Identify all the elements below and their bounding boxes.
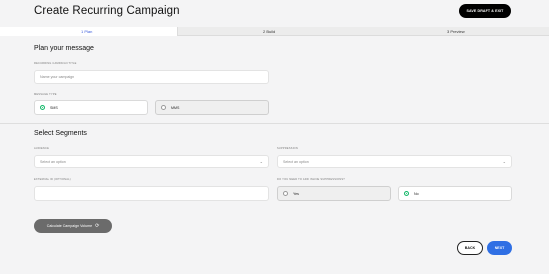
suppression-select[interactable]: Select an option ⌄ bbox=[277, 155, 512, 168]
radio-selected-icon bbox=[404, 191, 409, 196]
suppression-label: SUPPRESSION bbox=[277, 147, 298, 150]
radio-selected-icon bbox=[40, 105, 45, 110]
message-type-sms[interactable]: SMS bbox=[34, 100, 148, 115]
chevron-down-icon: ⌄ bbox=[259, 159, 263, 164]
no-label: No bbox=[414, 191, 419, 196]
inline-suppression-no[interactable]: No bbox=[398, 186, 512, 201]
back-button[interactable]: BACK bbox=[457, 241, 483, 255]
step-tabs: 1 Plan 2 Build 3 Preview bbox=[0, 27, 549, 36]
campaign-title-input[interactable]: Name your campaign bbox=[34, 70, 269, 84]
tab-preview[interactable]: 3 Preview bbox=[447, 29, 465, 34]
step-label: Build bbox=[266, 29, 276, 34]
external-id-label: EXTERNAL ID (OPTIONAL) bbox=[34, 178, 71, 181]
tab-plan[interactable]: 1 Plan bbox=[81, 29, 92, 34]
step-label: Preview bbox=[450, 29, 465, 34]
mms-label: MMS bbox=[171, 105, 180, 110]
chevron-down-icon: ⌄ bbox=[502, 159, 506, 164]
campaign-title-label: RECURRING CAMPAIGN TITLE bbox=[34, 62, 77, 65]
step-label: Plan bbox=[84, 29, 93, 34]
tab-build[interactable]: 2 Build bbox=[263, 29, 275, 34]
suppression-value: Select an option bbox=[283, 159, 309, 164]
step-number: 2 bbox=[263, 29, 266, 34]
inline-suppression-yes[interactable]: Yes bbox=[277, 186, 391, 201]
audience-value: Select an option bbox=[40, 159, 66, 164]
radio-empty-icon bbox=[161, 105, 166, 110]
refresh-icon: ⟳ bbox=[95, 223, 100, 229]
message-type-label: MESSAGE TYPE bbox=[34, 93, 57, 96]
audience-label: AUDIENCE bbox=[34, 147, 50, 150]
step-number: 1 bbox=[81, 29, 84, 34]
sms-label: SMS bbox=[50, 105, 58, 110]
yes-label: Yes bbox=[293, 191, 299, 196]
calculate-volume-button[interactable]: Calculate Campaign Volume ⟳ bbox=[34, 219, 112, 233]
inline-suppression-label: DO YOU NEED TO ADD INLINE SUPPRESSIONS? bbox=[277, 178, 345, 181]
step-number: 3 bbox=[447, 29, 450, 34]
page-title: Create Recurring Campaign bbox=[34, 5, 180, 17]
segments-heading: Select Segments bbox=[34, 130, 87, 137]
save-draft-button[interactable]: SAVE DRAFT & EXIT bbox=[459, 4, 511, 18]
calc-label: Calculate Campaign Volume bbox=[46, 224, 93, 228]
external-id-input[interactable] bbox=[34, 186, 269, 201]
plan-heading: Plan your message bbox=[34, 45, 94, 52]
audience-select[interactable]: Select an option ⌄ bbox=[34, 155, 269, 168]
next-button[interactable]: NEXT bbox=[487, 241, 512, 255]
message-type-mms[interactable]: MMS bbox=[155, 100, 269, 115]
section-divider bbox=[0, 123, 549, 124]
radio-empty-icon bbox=[283, 191, 288, 196]
